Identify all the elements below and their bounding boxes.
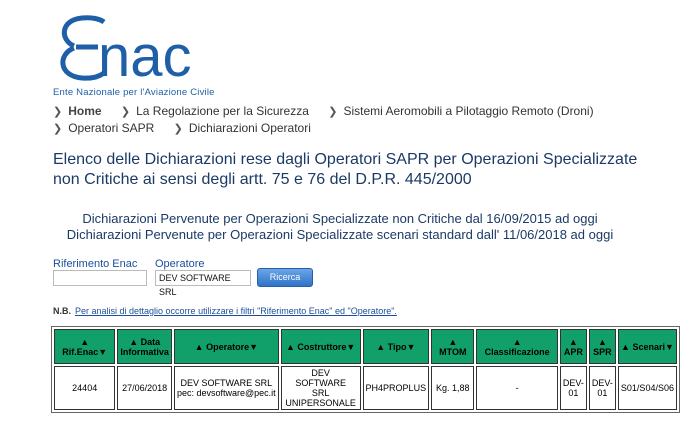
note-prefix: N.B. [53,306,71,316]
col-apr-arrow: ▲ [568,336,578,347]
col-operatore[interactable]: ▲ Operatore▼ [173,329,279,364]
subtitle-1: Dichiarazioni Pervenute per Operazioni S… [82,211,598,226]
cell-apr-line: 01 [568,388,579,398]
logo-subtitle: Ente Nazionale per l'Aviazione Civile [53,87,215,98]
cell-scenari: S01/S04/S06 [617,366,677,410]
col-mtom[interactable]: ▲ MTOM [431,329,475,364]
note: N.B. Per analisi di dettaglio occorre uti… [53,306,397,316]
breadcrumb-dichiarazioni[interactable]: Dichiarazioni Operatori [189,121,311,135]
cell-operatore: DEV SOFTWARE SRL pec: devsoftware@pec.it [173,366,279,410]
cell-rif: 24404 [54,366,116,410]
cell-apr: DEV- 01 [559,366,587,410]
chevron-right-icon: ❯ [328,106,338,118]
breadcrumb-row-2: ❯ Operatori SAPR ❯ Dichiarazioni Operatori [53,120,610,137]
col-data-line2: Informativa [120,346,169,357]
subtitle-2: Dichiarazioni Pervenute per Operazioni S… [66,227,614,242]
search-button[interactable]: Ricerca [257,268,313,287]
col-mtom-label: MTOM [439,346,467,357]
operator-input[interactable]: DEV SOFTWARE SRL [155,270,251,297]
col-apr[interactable]: ▲ APR [559,329,587,364]
chevron-right-icon: ❯ [53,123,63,135]
cell-apr-line: DEV- [562,378,584,388]
col-classificazione[interactable]: ▲ Classificazione [476,329,558,364]
col-data-informativa[interactable]: ▲ Data Informativa [117,329,172,364]
cell-costruttore: DEV SOFTWARE SRL UNIPERSONALE [280,366,361,410]
breadcrumb-row-1: ❯ Home ❯ La Regolazione per la Sicurezza ❯… [53,103,610,120]
results-table: ▲ Rif.Enac▼ ▲ Data Informativa ▲ Operator… [51,326,680,413]
cell-costruttore-line: SRL [311,388,330,398]
cell-data: 27/06/2018 [117,366,172,410]
table-row: 24404 27/06/2018 DEV SOFTWARE SRL pec: de… [54,366,677,410]
cell-operatore-name: DEV SOFTWARE SRL [180,378,273,388]
col-apr-label: APR [563,346,583,357]
col-mtom-arrow: ▲ [448,336,458,347]
cell-spr-line: DEV- [591,378,613,388]
cell-classificazione: - [476,366,558,410]
chevron-right-icon: ❯ [173,123,183,135]
cell-mtom: Kg. 1,88 [431,366,475,410]
breadcrumb-regolazione[interactable]: La Regolazione per la Sicurezza [136,104,309,118]
subtitles: Dichiarazioni Pervenute per Operazioni S… [0,211,680,243]
cell-spr: DEV- 01 [588,366,616,410]
svg-text:nac: nac [98,24,192,88]
cell-tipo: PH4PROPLUS [362,366,430,410]
col-spr-label: SPR [593,346,612,357]
cell-costruttore-line: DEV [311,368,330,378]
enac-logo-mark: nac [60,15,192,88]
col-spr-arrow: ▲ [597,336,607,347]
col-spr[interactable]: ▲ SPR [588,329,616,364]
cell-operatore-pec: pec: devsoftware@pec.it [176,388,276,398]
col-scenari[interactable]: ▲ Scenari▼ [617,329,677,364]
col-tipo[interactable]: ▲ Tipo▼ [362,329,430,364]
enac-logo[interactable]: nac Ente Nazionale per l'Aviazione Civil… [52,10,242,100]
operator-label: Operatore [155,258,205,270]
cell-costruttore-line: UNIPERSONALE [285,398,356,408]
breadcrumb-operatori[interactable]: Operatori SAPR [68,121,154,135]
page-title: Elenco delle Dichiarazioni rese dagli Op… [53,151,638,188]
col-rif-enac[interactable]: ▲ Rif.Enac▼ [54,329,116,364]
col-class-arrow: ▲ [512,336,522,347]
cell-spr-line: 01 [597,388,608,398]
cell-costruttore-line: SOFTWARE [295,378,346,388]
chevron-right-icon: ❯ [53,106,63,118]
breadcrumb-sapr[interactable]: Sistemi Aeromobili a Pilotaggio Remoto (… [343,104,593,118]
ref-input[interactable] [53,270,147,286]
chevron-right-icon: ❯ [120,106,131,118]
note-link[interactable]: Per analisi di dettaglio occorre utilizz… [75,306,397,316]
ref-label: Riferimento Enac [53,258,138,270]
breadcrumb-home[interactable]: Home [68,104,101,118]
breadcrumb: ❯ Home ❯ La Regolazione per la Sicurezza ❯… [53,103,610,137]
col-class-label: Classificazione [484,346,550,357]
table-header-row: ▲ Rif.Enac▼ ▲ Data Informativa ▲ Operator… [54,329,677,364]
col-data-line1: ▲ Data [129,336,161,347]
col-costruttore[interactable]: ▲ Costruttore▼ [280,329,361,364]
